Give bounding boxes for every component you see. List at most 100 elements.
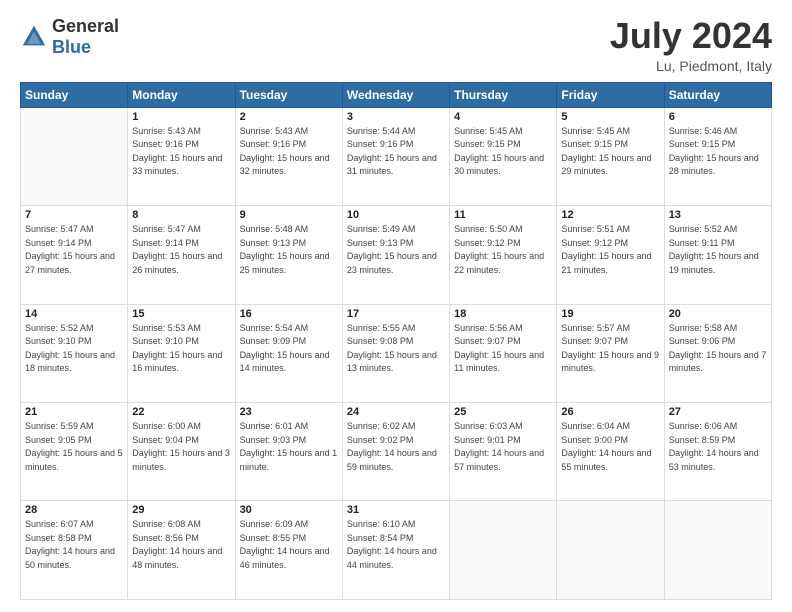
calendar-cell: 1Sunrise: 5:43 AM Sunset: 9:16 PM Daylig…	[128, 107, 235, 205]
calendar-cell: 21 Sunrise: 5:59 AM Sunset: 9:05 PM Dayli…	[21, 403, 128, 501]
weekday-wednesday: Wednesday	[342, 82, 449, 107]
day-info: Sunrise: 5:47 AM Sunset: 9:14 PM Dayligh…	[25, 223, 123, 277]
calendar-cell: 6 Sunrise: 5:46 AM Sunset: 9:15 PM Daylig…	[664, 107, 771, 205]
day-info: Sunrise: 6:00 AM Sunset: 9:04 PM Dayligh…	[132, 420, 230, 474]
logo-icon	[20, 23, 48, 51]
day-info: Sunrise: 6:01 AM Sunset: 9:03 PM Dayligh…	[240, 420, 338, 474]
day-info: Sunrise: 5:54 AM Sunset: 9:09 PM Dayligh…	[240, 322, 338, 376]
calendar-cell: 3 Sunrise: 5:44 AM Sunset: 9:16 PM Daylig…	[342, 107, 449, 205]
day-info: Sunrise: 5:50 AM Sunset: 9:12 PM Dayligh…	[454, 223, 552, 277]
calendar-header-row: Sunday Monday Tuesday Wednesday Thursday…	[21, 82, 772, 107]
day-info: Sunrise: 5:48 AM Sunset: 9:13 PM Dayligh…	[240, 223, 338, 277]
day-number: 3	[347, 111, 445, 123]
day-info: Sunrise: 5:58 AM Sunset: 9:06 PM Dayligh…	[669, 322, 767, 376]
day-info: Sunrise: 5:55 AM Sunset: 9:08 PM Dayligh…	[347, 322, 445, 376]
day-info: Sunrise: 5:57 AM Sunset: 9:07 PM Dayligh…	[561, 322, 659, 376]
calendar-cell: 26 Sunrise: 6:04 AM Sunset: 9:00 PM Dayli…	[557, 403, 664, 501]
calendar-cell	[450, 501, 557, 600]
day-number: 5	[561, 111, 659, 123]
weekday-friday: Friday	[557, 82, 664, 107]
calendar-cell: 27 Sunrise: 6:06 AM Sunset: 8:59 PM Dayli…	[664, 403, 771, 501]
day-info: Sunrise: 5:45 AM Sunset: 9:15 PM Dayligh…	[454, 125, 552, 179]
day-number: 30	[240, 504, 338, 516]
day-number: 17	[347, 308, 445, 320]
calendar-cell: 7 Sunrise: 5:47 AM Sunset: 9:14 PM Daylig…	[21, 206, 128, 304]
calendar-cell: 11 Sunrise: 5:50 AM Sunset: 9:12 PM Dayli…	[450, 206, 557, 304]
day-info: Sunrise: 5:52 AM Sunset: 9:10 PM Dayligh…	[25, 322, 123, 376]
day-number: 29	[132, 504, 230, 516]
day-info: Sunrise: 6:06 AM Sunset: 8:59 PM Dayligh…	[669, 420, 767, 474]
weekday-tuesday: Tuesday	[235, 82, 342, 107]
calendar-cell: 9 Sunrise: 5:48 AM Sunset: 9:13 PM Daylig…	[235, 206, 342, 304]
day-number: 8	[132, 209, 230, 221]
day-number: 31	[347, 504, 445, 516]
day-info: Sunrise: 6:10 AM Sunset: 8:54 PM Dayligh…	[347, 518, 445, 572]
logo-general: General	[52, 16, 119, 36]
logo: General Blue	[20, 16, 119, 58]
day-info: Sunrise: 5:45 AM Sunset: 9:15 PM Dayligh…	[561, 125, 659, 179]
calendar-week-row: 21 Sunrise: 5:59 AM Sunset: 9:05 PM Dayli…	[21, 403, 772, 501]
calendar-week-row: 1Sunrise: 5:43 AM Sunset: 9:16 PM Daylig…	[21, 107, 772, 205]
weekday-sunday: Sunday	[21, 82, 128, 107]
calendar-cell: 8Sunrise: 5:47 AM Sunset: 9:14 PM Daylig…	[128, 206, 235, 304]
day-number: 22	[132, 406, 230, 418]
day-number: 19	[561, 308, 659, 320]
day-info: Sunrise: 5:59 AM Sunset: 9:05 PM Dayligh…	[25, 420, 123, 474]
logo-blue: Blue	[52, 37, 91, 57]
calendar-cell: 13 Sunrise: 5:52 AM Sunset: 9:11 PM Dayli…	[664, 206, 771, 304]
day-number: 6	[669, 111, 767, 123]
day-number: 24	[347, 406, 445, 418]
day-number: 10	[347, 209, 445, 221]
day-number: 26	[561, 406, 659, 418]
page: General Blue July 2024 Lu, Piedmont, Ita…	[0, 0, 792, 612]
day-number: 20	[669, 308, 767, 320]
calendar-cell: 31 Sunrise: 6:10 AM Sunset: 8:54 PM Dayli…	[342, 501, 449, 600]
calendar-cell	[664, 501, 771, 600]
day-number: 4	[454, 111, 552, 123]
calendar-cell: 23 Sunrise: 6:01 AM Sunset: 9:03 PM Dayli…	[235, 403, 342, 501]
calendar-cell: 18Sunrise: 5:56 AM Sunset: 9:07 PM Dayli…	[450, 304, 557, 402]
calendar-cell: 25 Sunrise: 6:03 AM Sunset: 9:01 PM Dayli…	[450, 403, 557, 501]
day-number: 27	[669, 406, 767, 418]
day-number: 12	[561, 209, 659, 221]
calendar-cell: 22 Sunrise: 6:00 AM Sunset: 9:04 PM Dayli…	[128, 403, 235, 501]
logo-text: General Blue	[52, 16, 119, 58]
calendar-cell: 2Sunrise: 5:43 AM Sunset: 9:16 PM Daylig…	[235, 107, 342, 205]
calendar-cell: 29 Sunrise: 6:08 AM Sunset: 8:56 PM Dayli…	[128, 501, 235, 600]
calendar-cell: 30Sunrise: 6:09 AM Sunset: 8:55 PM Dayli…	[235, 501, 342, 600]
day-info: Sunrise: 6:07 AM Sunset: 8:58 PM Dayligh…	[25, 518, 123, 572]
day-info: Sunrise: 5:44 AM Sunset: 9:16 PM Dayligh…	[347, 125, 445, 179]
day-number: 9	[240, 209, 338, 221]
day-number: 15	[132, 308, 230, 320]
day-info: Sunrise: 6:04 AM Sunset: 9:00 PM Dayligh…	[561, 420, 659, 474]
title-month: July 2024	[610, 16, 772, 56]
day-number: 16	[240, 308, 338, 320]
calendar-cell: 4 Sunrise: 5:45 AM Sunset: 9:15 PM Daylig…	[450, 107, 557, 205]
calendar-cell: 17 Sunrise: 5:55 AM Sunset: 9:08 PM Dayli…	[342, 304, 449, 402]
calendar-cell	[557, 501, 664, 600]
day-number: 11	[454, 209, 552, 221]
day-info: Sunrise: 5:52 AM Sunset: 9:11 PM Dayligh…	[669, 223, 767, 277]
calendar-cell: 19 Sunrise: 5:57 AM Sunset: 9:07 PM Dayli…	[557, 304, 664, 402]
calendar: Sunday Monday Tuesday Wednesday Thursday…	[20, 82, 772, 600]
day-info: Sunrise: 6:03 AM Sunset: 9:01 PM Dayligh…	[454, 420, 552, 474]
day-number: 1	[132, 111, 230, 123]
day-info: Sunrise: 5:49 AM Sunset: 9:13 PM Dayligh…	[347, 223, 445, 277]
day-number: 13	[669, 209, 767, 221]
calendar-cell: 10 Sunrise: 5:49 AM Sunset: 9:13 PM Dayli…	[342, 206, 449, 304]
day-number: 25	[454, 406, 552, 418]
weekday-saturday: Saturday	[664, 82, 771, 107]
day-info: Sunrise: 5:53 AM Sunset: 9:10 PM Dayligh…	[132, 322, 230, 376]
day-info: Sunrise: 6:08 AM Sunset: 8:56 PM Dayligh…	[132, 518, 230, 572]
calendar-cell: 14 Sunrise: 5:52 AM Sunset: 9:10 PM Dayli…	[21, 304, 128, 402]
day-number: 14	[25, 308, 123, 320]
day-number: 7	[25, 209, 123, 221]
calendar-cell: 12 Sunrise: 5:51 AM Sunset: 9:12 PM Dayli…	[557, 206, 664, 304]
day-number: 23	[240, 406, 338, 418]
calendar-cell: 24Sunrise: 6:02 AM Sunset: 9:02 PM Dayli…	[342, 403, 449, 501]
weekday-thursday: Thursday	[450, 82, 557, 107]
day-info: Sunrise: 5:51 AM Sunset: 9:12 PM Dayligh…	[561, 223, 659, 277]
calendar-cell: 28Sunrise: 6:07 AM Sunset: 8:58 PM Dayli…	[21, 501, 128, 600]
day-number: 21	[25, 406, 123, 418]
day-info: Sunrise: 5:46 AM Sunset: 9:15 PM Dayligh…	[669, 125, 767, 179]
